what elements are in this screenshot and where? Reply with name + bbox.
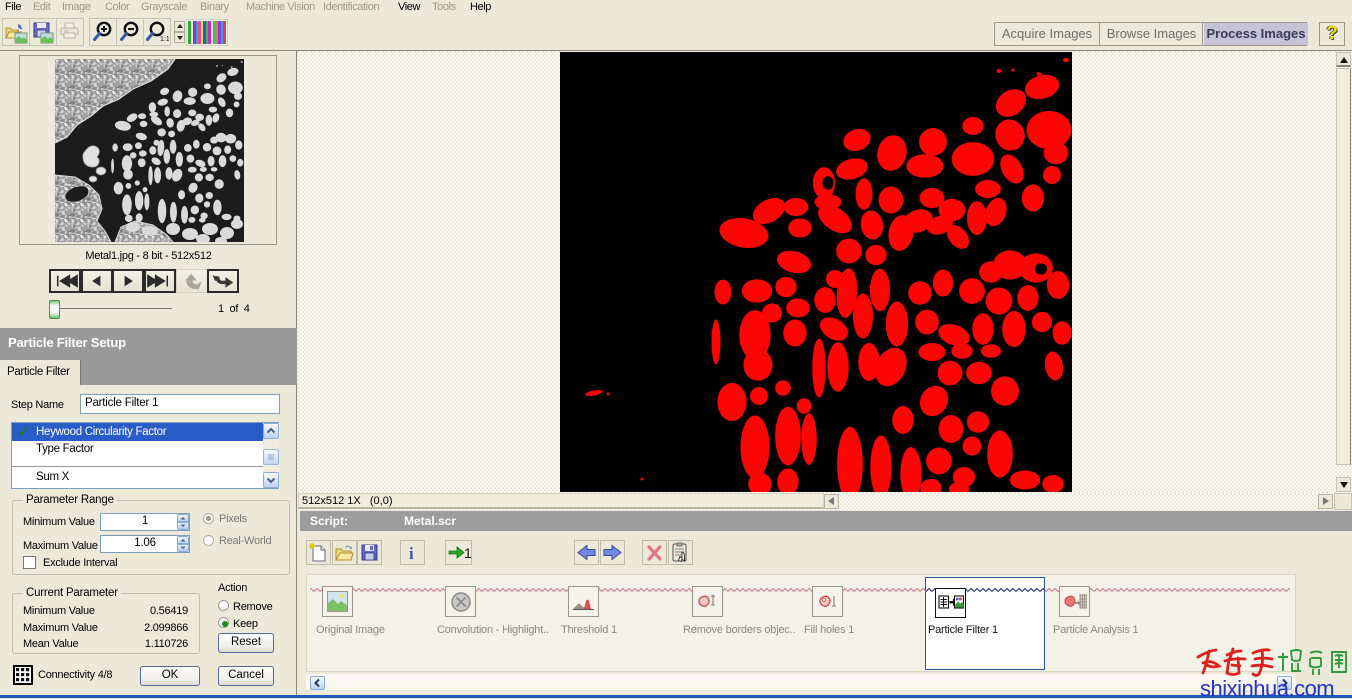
svg-text:1: 1 [464, 545, 472, 561]
svg-text:1:1: 1:1 [160, 36, 169, 43]
svg-text:i: i [409, 544, 414, 563]
